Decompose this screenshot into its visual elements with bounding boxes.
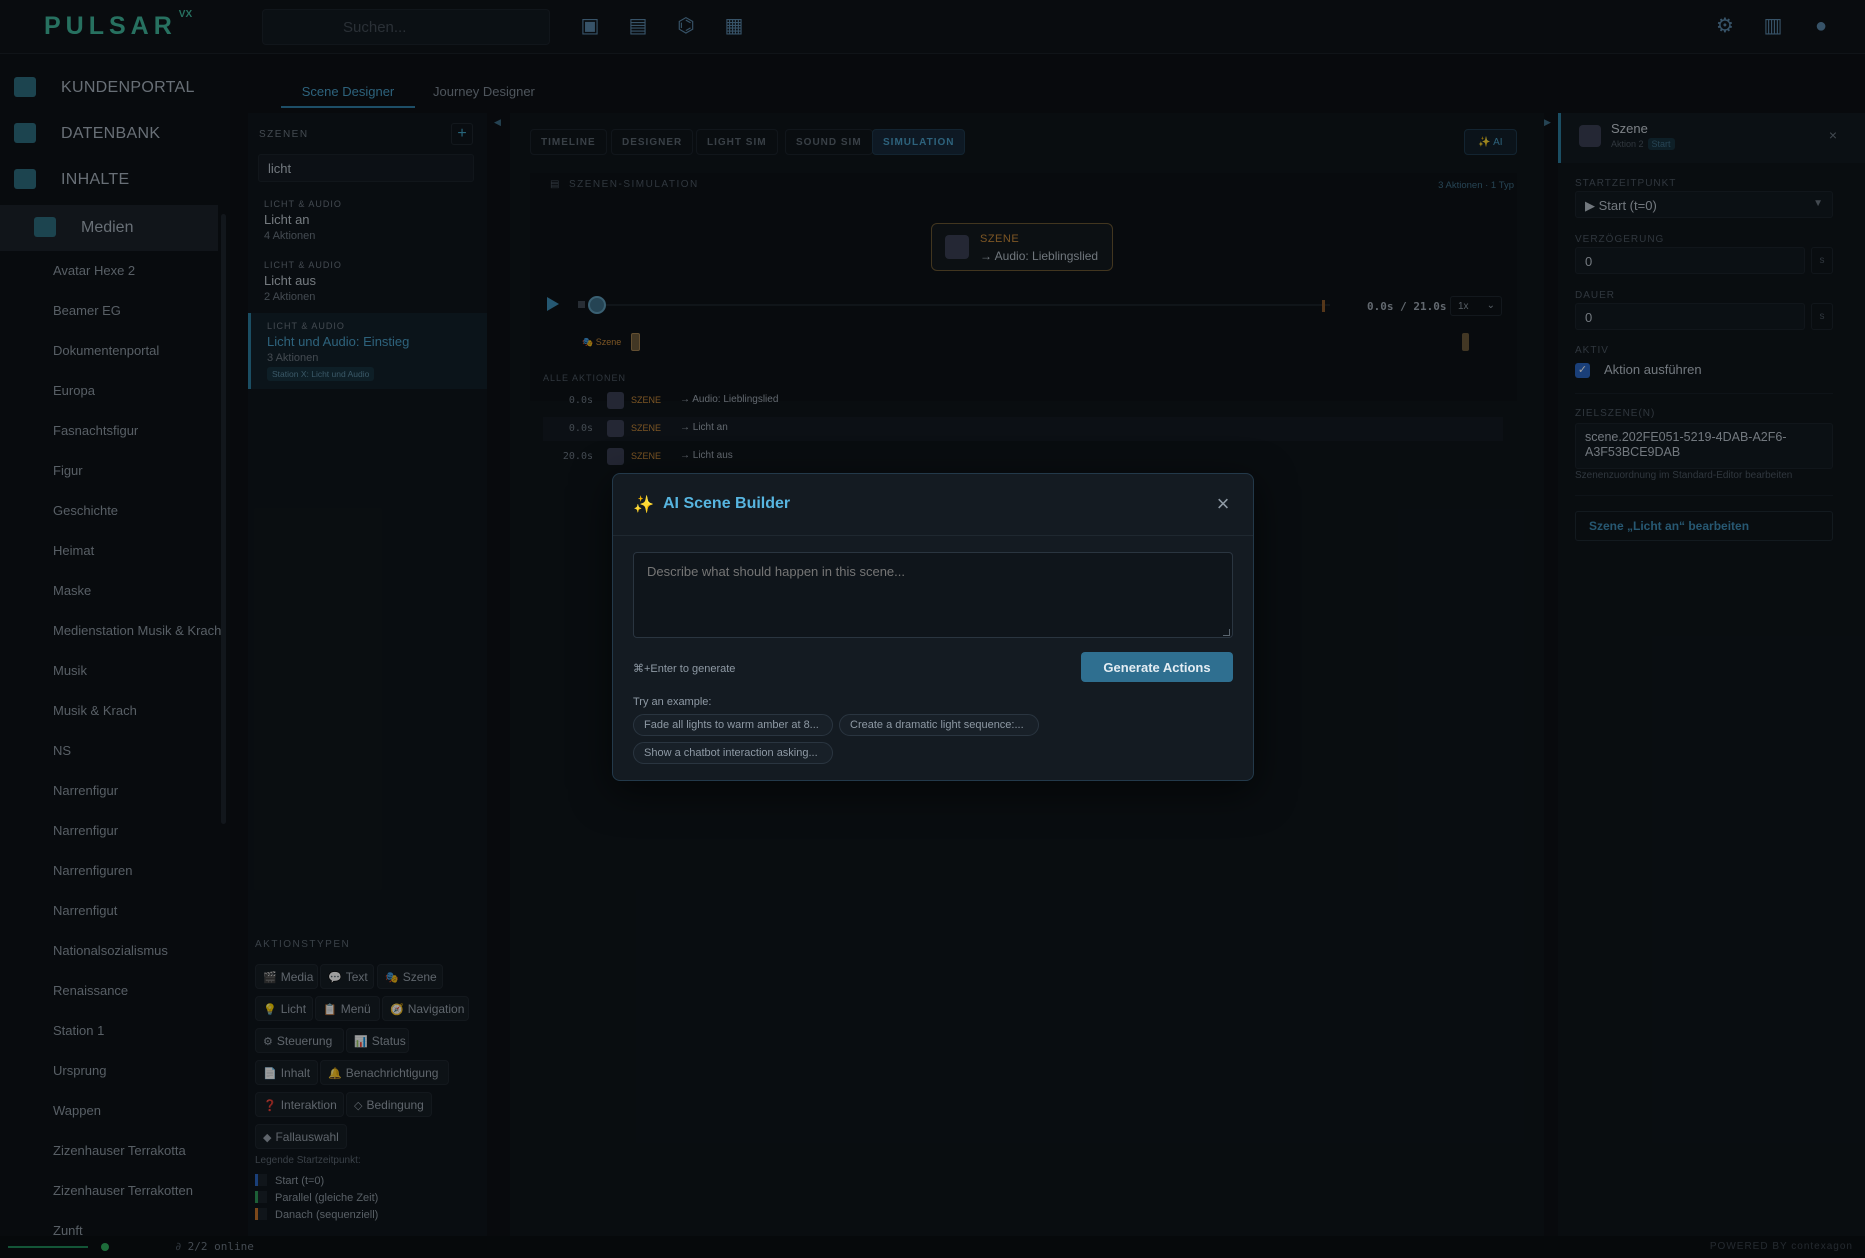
modal-header: ✨ AI Scene Builder ×	[613, 474, 1253, 536]
ai-scene-builder-modal: ✨ AI Scene Builder × ⌘+Enter to generate…	[612, 473, 1254, 781]
sparkles-icon: ✨	[633, 495, 655, 514]
shortcut-hint: ⌘+Enter to generate	[633, 663, 736, 675]
generate-actions-button[interactable]: Generate Actions	[1081, 652, 1233, 682]
example-chip[interactable]: Show a chatbot interaction asking...	[633, 742, 833, 764]
example-chip[interactable]: Fade all lights to warm amber at 8...	[633, 714, 833, 736]
resize-handle-icon[interactable]	[1223, 629, 1230, 636]
scene-prompt-input[interactable]	[633, 552, 1233, 638]
example-chip[interactable]: Create a dramatic light sequence:...	[839, 714, 1039, 736]
examples-label: Try an example:	[633, 696, 712, 708]
modal-title: AI Scene Builder	[663, 495, 791, 512]
close-icon[interactable]: ×	[1211, 492, 1235, 516]
